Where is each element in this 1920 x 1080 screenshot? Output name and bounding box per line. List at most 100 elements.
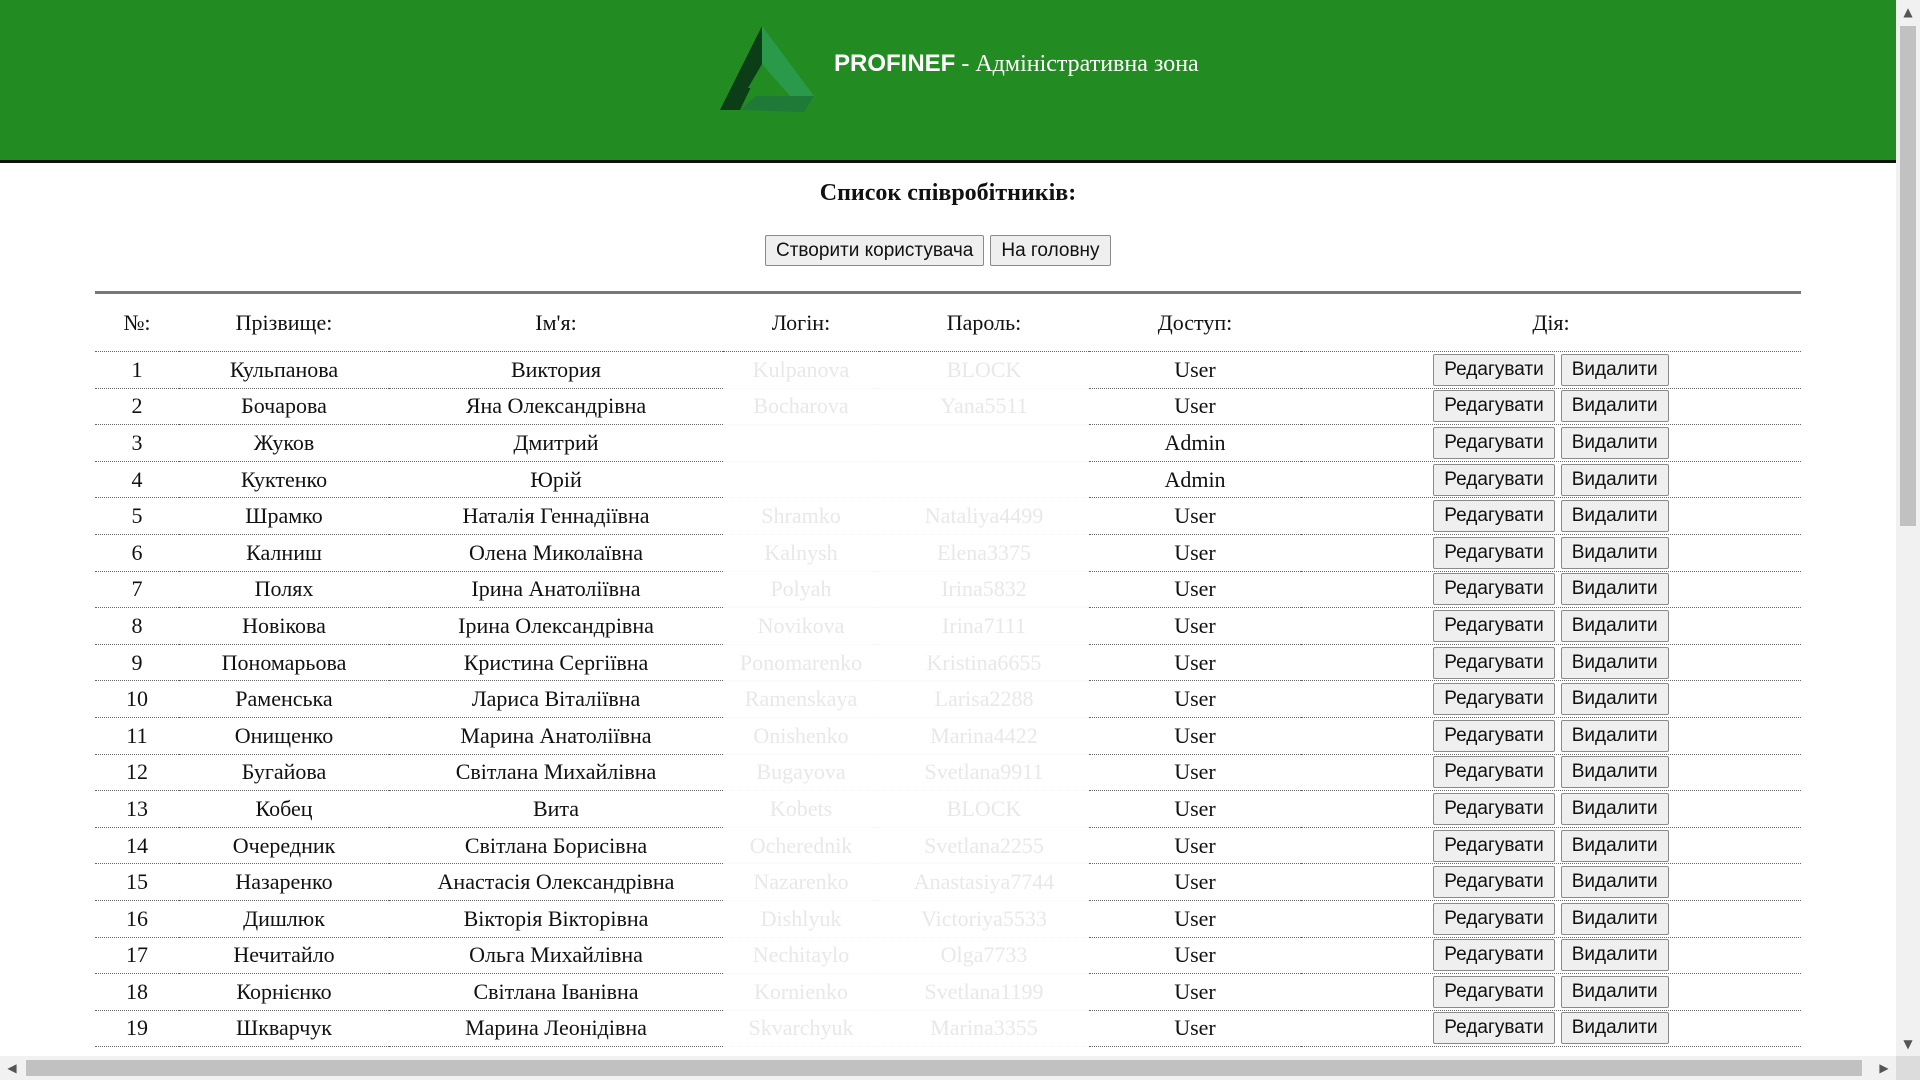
cell-actions: Редагувати Видалити (1301, 388, 1801, 426)
edit-button[interactable]: Редагувати (1433, 939, 1555, 972)
cell-actions: Редагувати Видалити (1301, 497, 1801, 535)
delete-button[interactable]: Видалити (1560, 390, 1669, 423)
col-header-name: Ім'я: (389, 294, 723, 352)
table-row: 1 Кульпанова Виктория Kulpanova BLOCK User Ред… (95, 351, 1801, 389)
cell-surname: Шрамко (179, 497, 389, 535)
cell-name: Дмитрий (389, 424, 723, 462)
home-button[interactable]: На головну (990, 235, 1111, 266)
edit-button[interactable]: Редагувати (1433, 573, 1555, 606)
delete-button[interactable]: Видалити (1560, 426, 1669, 459)
edit-button[interactable]: Редагувати (1433, 463, 1555, 496)
delete-button[interactable]: Видалити (1560, 683, 1669, 716)
scroll-up-icon[interactable]: ▲ (1896, 0, 1920, 24)
cell-surname: Полях (179, 571, 389, 609)
row-actions: Редагувати Видалити (1301, 609, 1801, 642)
cell-num: 3 (95, 424, 179, 462)
delete-button[interactable]: Видалити (1560, 609, 1669, 642)
cell-password: Marina4422 (879, 717, 1089, 755)
scroll-left-icon[interactable]: ◀ (0, 1056, 24, 1080)
edit-button[interactable]: Редагувати (1433, 975, 1555, 1008)
cell-name: Світлана Борисівна (389, 827, 723, 865)
delete-button[interactable]: Видалити (1560, 500, 1669, 533)
vertical-scroll-thumb[interactable] (1900, 26, 1916, 526)
cell-name: Марина Анатоліївна (389, 717, 723, 755)
cell-access: Admin (1089, 424, 1301, 462)
delete-button[interactable]: Видалити (1560, 975, 1669, 1008)
delete-button[interactable]: Видалити (1560, 463, 1669, 496)
edit-button[interactable]: Редагувати (1433, 500, 1555, 533)
cell-surname: Шкварчук (179, 1010, 389, 1048)
cell-actions: Редагувати Видалити (1301, 351, 1801, 389)
create-user-button[interactable]: Створити користувача (765, 235, 985, 266)
cell-surname: Корнієнко (179, 973, 389, 1011)
edit-button[interactable]: Редагувати (1433, 1012, 1555, 1045)
edit-button[interactable]: Редагувати (1433, 866, 1555, 899)
cell-password (879, 424, 1089, 462)
cell-login: Bugayova (723, 754, 879, 792)
delete-button[interactable]: Видалити (1560, 1012, 1669, 1045)
delete-button[interactable]: Видалити (1560, 353, 1669, 386)
cell-name: Олена Миколаївна (389, 534, 723, 572)
edit-button[interactable]: Редагувати (1433, 792, 1555, 825)
cell-access: User (1089, 534, 1301, 572)
edit-button[interactable]: Редагувати (1433, 426, 1555, 459)
cell-surname: Назаренко (179, 863, 389, 901)
cell-login: Kobets (723, 790, 879, 828)
delete-button[interactable]: Видалити (1560, 902, 1669, 935)
edit-button[interactable]: Редагувати (1433, 719, 1555, 752)
cell-login: Nechitaylo (723, 937, 879, 975)
cell-login (723, 461, 879, 499)
app-header: PROFINEF - Адміністративна зона (0, 0, 1896, 163)
edit-button[interactable]: Редагувати (1433, 646, 1555, 679)
delete-button[interactable]: Видалити (1560, 792, 1669, 825)
delete-button[interactable]: Видалити (1560, 719, 1669, 752)
edit-button[interactable]: Редагувати (1433, 683, 1555, 716)
scroll-right-icon[interactable]: ▶ (1872, 1056, 1896, 1080)
cell-surname: Куктенко (179, 461, 389, 499)
edit-button[interactable]: Редагувати (1433, 829, 1555, 862)
table-row: 10 Раменська Лариса Віталіївна Ramenskaya La… (95, 680, 1801, 718)
edit-button[interactable]: Редагувати (1433, 390, 1555, 423)
edit-button[interactable]: Редагувати (1433, 536, 1555, 569)
cell-login: Novikova (723, 607, 879, 645)
col-header-surname: Прізвище: (179, 294, 389, 352)
row-actions: Редагувати Видалити (1301, 390, 1801, 423)
scroll-down-icon[interactable]: ▼ (1896, 1032, 1920, 1056)
delete-button[interactable]: Видалити (1560, 573, 1669, 606)
vertical-scrollbar[interactable]: ▲ ▼ (1896, 0, 1920, 1056)
cell-actions: Редагувати Видалити (1301, 571, 1801, 609)
cell-surname: Бугайова (179, 754, 389, 792)
cell-password: Victoriya5533 (879, 900, 1089, 938)
row-actions: Редагувати Видалити (1301, 975, 1801, 1008)
brand-suffix: - Адміністративна зона (955, 51, 1199, 77)
cell-password: Irina7111 (879, 607, 1089, 645)
horizontal-scroll-thumb[interactable] (26, 1060, 1862, 1076)
cell-access: Admin (1089, 461, 1301, 499)
cell-name: Світлана Іванівна (389, 973, 723, 1011)
table-row: 4 Куктенко Юрій Admin Редагувати Видалити (95, 461, 1801, 499)
delete-button[interactable]: Видалити (1560, 939, 1669, 972)
edit-button[interactable]: Редагувати (1433, 902, 1555, 935)
delete-button[interactable]: Видалити (1560, 829, 1669, 862)
delete-button[interactable]: Видалити (1560, 756, 1669, 789)
cell-num: 16 (95, 900, 179, 938)
edit-button[interactable]: Редагувати (1433, 609, 1555, 642)
cell-name: Вікторія Вікторівна (389, 900, 723, 938)
table-row: 17 Нечитайло Ольга Михайлівна Nechitaylo Olg… (95, 937, 1801, 975)
table-row: 2 Бочарова Яна Олександрівна Bocharova Yana5… (95, 388, 1801, 426)
edit-button[interactable]: Редагувати (1433, 756, 1555, 789)
delete-button[interactable]: Видалити (1560, 866, 1669, 899)
delete-button[interactable]: Видалити (1560, 646, 1669, 679)
cell-password: BLOCK (879, 790, 1089, 828)
employees-table-wrap: №: Прізвище: Ім'я: Логін: Пароль: Доступ… (95, 291, 1801, 1048)
edit-button[interactable]: Редагувати (1433, 353, 1555, 386)
cell-access: User (1089, 1010, 1301, 1048)
horizontal-scrollbar[interactable]: ◀ ▶ (0, 1056, 1896, 1080)
delete-button[interactable]: Видалити (1560, 536, 1669, 569)
row-actions: Редагувати Видалити (1301, 500, 1801, 533)
cell-password: Marina3355 (879, 1010, 1089, 1048)
cell-actions: Редагувати Видалити (1301, 607, 1801, 645)
cell-password: Elena3375 (879, 534, 1089, 572)
col-header-password: Пароль: (879, 294, 1089, 352)
cell-login: Ponomarenko (723, 644, 879, 682)
